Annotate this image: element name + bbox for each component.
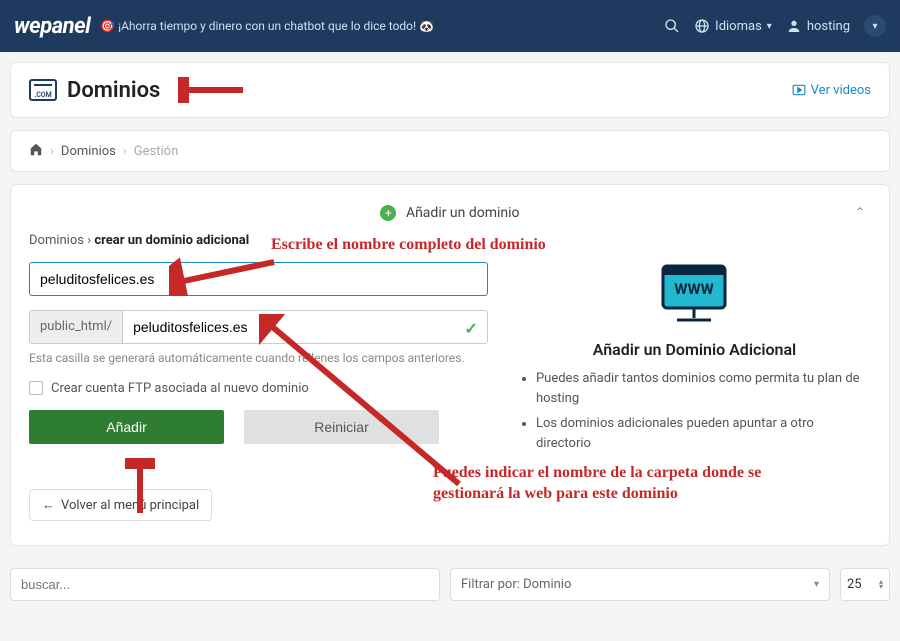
breadcrumb-dominios[interactable]: Dominios [61, 144, 116, 159]
table-controls: Filtrar por: Dominio▾ 25▴▾ [0, 568, 900, 611]
ftp-checkbox[interactable] [29, 381, 43, 395]
path-input[interactable] [122, 310, 488, 344]
stepper-icon: ▴▾ [879, 580, 883, 590]
breadcrumb-current: Gestión [134, 144, 178, 159]
pagesize-select[interactable]: 25▴▾ [840, 568, 890, 601]
search-icon[interactable] [664, 18, 680, 34]
home-icon[interactable] [29, 142, 43, 160]
help-box: WWW Añadir un Dominio Adicional Puedes a… [518, 262, 871, 453]
collapse-icon[interactable]: ⌃ [855, 205, 865, 219]
add-icon: + [380, 205, 396, 221]
breadcrumb: › Dominios › Gestión [10, 130, 890, 172]
chevron-down-icon: ▾ [767, 21, 772, 32]
path-prefix: public_html/ [29, 310, 122, 344]
www-icon: WWW [655, 262, 733, 326]
help-item-1: Puedes añadir tantos dominios como permi… [536, 369, 871, 408]
section-header[interactable]: + Añadir un dominio ⌃ [29, 199, 871, 233]
account-dropdown[interactable]: ▾ [864, 15, 886, 37]
ftp-checkbox-label: Crear cuenta FTP asociada al nuevo domin… [51, 381, 309, 396]
tagline: 🎯 ¡Ahorra tiempo y dinero con un chatbot… [100, 19, 434, 33]
page-header-card: .COM Dominios Ver videos [10, 62, 890, 118]
annotation-text-2: Puedes indicar el nombre de la carpeta d… [433, 463, 793, 505]
svg-text:WWW: WWW [675, 280, 714, 298]
brand-logo[interactable]: wepanel [14, 14, 90, 39]
language-menu[interactable]: Idiomas ▾ [694, 18, 772, 34]
user-label: hosting [807, 19, 850, 34]
main-panel: + Añadir un dominio ⌃ Dominios › crear u… [10, 184, 890, 546]
filter-select[interactable]: Filtrar por: Dominio▾ [450, 568, 830, 601]
help-item-2: Los dominios adicionales pueden apuntar … [536, 414, 871, 453]
sub-breadcrumb: Dominios › crear un dominio adicional [29, 233, 871, 248]
chevron-down-icon: ▾ [814, 579, 819, 590]
reset-button[interactable]: Reiniciar [244, 410, 439, 444]
annotation-arrow-1 [178, 77, 248, 103]
add-button[interactable]: Añadir [29, 410, 224, 444]
user-menu[interactable]: hosting [786, 18, 850, 34]
arrow-left-icon: ← [42, 497, 55, 513]
domain-icon: .COM [29, 79, 57, 101]
see-videos-link[interactable]: Ver videos [792, 83, 871, 98]
helper-text: Esta casilla se generará automáticamente… [29, 350, 488, 367]
page-title: Dominios [67, 78, 160, 103]
back-link[interactable]: ← Volver al menú principal [29, 489, 212, 521]
help-title: Añadir un Dominio Adicional [518, 340, 871, 359]
domain-input[interactable] [29, 262, 488, 296]
search-input[interactable] [10, 568, 440, 601]
valid-check-icon: ✓ [465, 319, 478, 338]
language-label: Idiomas [715, 19, 762, 34]
top-navbar: wepanel 🎯 ¡Ahorra tiempo y dinero con un… [0, 0, 900, 52]
